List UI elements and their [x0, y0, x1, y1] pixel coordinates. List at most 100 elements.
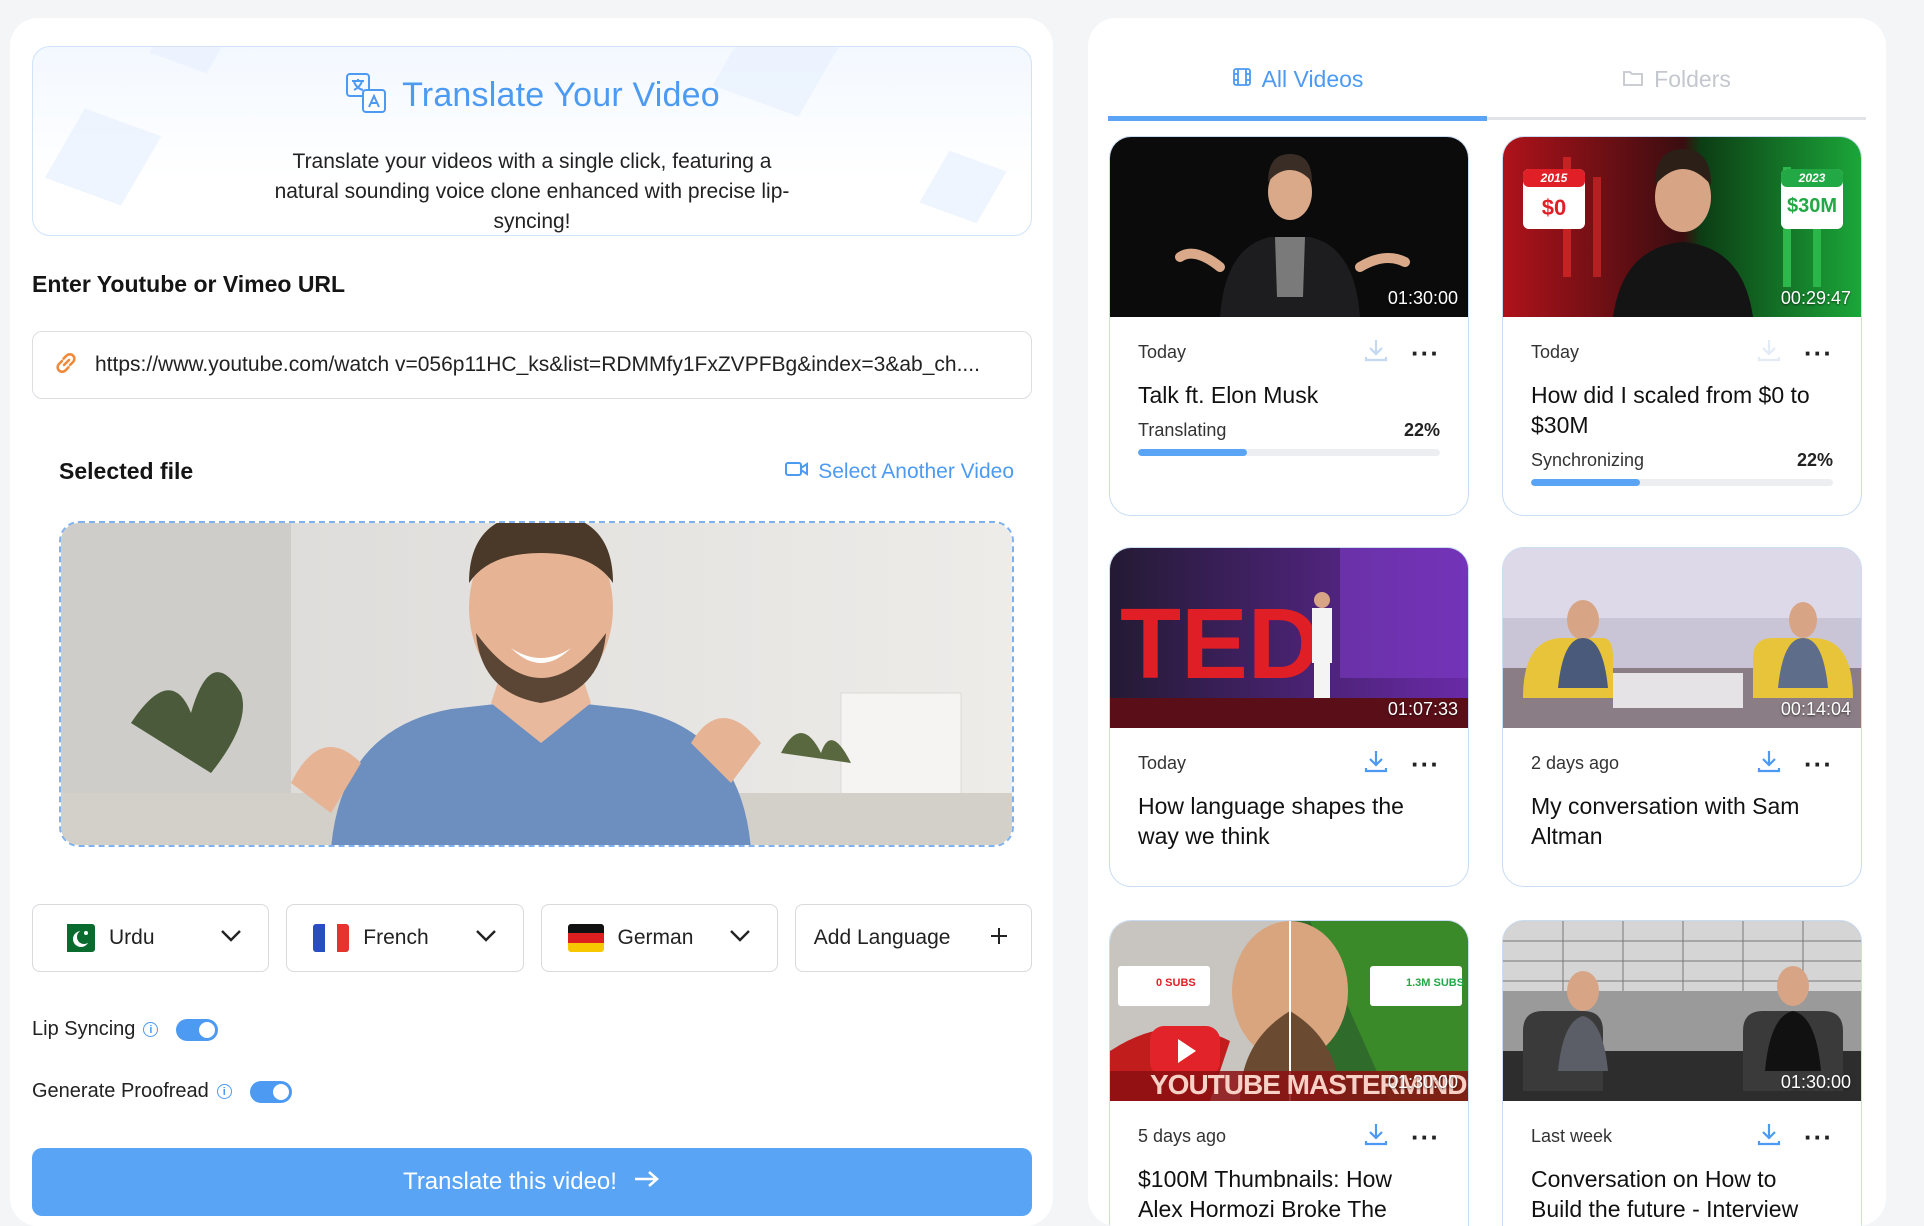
video-card[interactable]: 2015 $0 2023 $30M 00:29:47 Today ··· How… [1502, 136, 1862, 516]
video-date: 2 days ago [1531, 753, 1620, 773]
video-duration: 01:30:00 [1387, 1072, 1458, 1092]
svg-text:TED: TED [1120, 588, 1320, 700]
download-icon[interactable] [1756, 337, 1782, 368]
progress-bar [1138, 449, 1440, 456]
chevron-down-icon [729, 929, 751, 948]
more-options-icon[interactable]: ··· [1804, 340, 1833, 366]
proofread-toggle[interactable] [249, 1080, 292, 1103]
download-icon[interactable] [1756, 748, 1782, 779]
url-label: Enter Youtube or Vimeo URL [32, 271, 346, 297]
video-thumbnail[interactable]: TED 01:07:33 [1110, 548, 1468, 728]
thumb-badge-right: 1.3M SUBS [1406, 977, 1465, 989]
video-duration: 00:14:04 [1780, 699, 1851, 719]
chevron-down-icon [475, 929, 497, 948]
france-flag-icon [313, 924, 350, 952]
more-options-icon[interactable]: ··· [1804, 751, 1833, 777]
tab-label: Folders [1654, 66, 1731, 92]
film-icon [1232, 66, 1252, 93]
language-select-urdu[interactable]: Urdu [32, 904, 270, 972]
proofread-option: Generate Proofread i [32, 1080, 292, 1103]
video-date: 5 days ago [1138, 1126, 1227, 1146]
pakistan-flag-icon [59, 924, 95, 952]
more-options-icon[interactable]: ··· [1411, 751, 1440, 777]
hero-banner: Translate Your Video Translate your vide… [32, 46, 1032, 236]
decor-cube [149, 47, 237, 74]
selected-file-label: Selected file [59, 458, 194, 484]
info-icon[interactable]: i [216, 1084, 232, 1099]
more-options-icon[interactable]: ··· [1411, 340, 1440, 366]
video-status: Translating [1138, 420, 1227, 440]
video-duration: 01:30:00 [1387, 288, 1458, 308]
more-options-icon[interactable]: ··· [1411, 1124, 1440, 1150]
video-card[interactable]: 01:30:00 Today ··· Talk ft. Elon Musk Tr… [1109, 136, 1469, 516]
videos-panel: All Videos Folders 01:30:00 Today ··· Ta… [1088, 18, 1886, 1226]
tab-folders[interactable]: Folders [1487, 42, 1866, 117]
proofread-label: Generate Proofread [32, 1080, 209, 1102]
thumb-amount-right: $30M [1786, 195, 1838, 217]
video-thumbnail[interactable]: 01:30:00 [1110, 137, 1468, 317]
language-name: French [363, 926, 429, 949]
select-another-video-button[interactable]: Select Another Video [784, 459, 1014, 485]
arrow-right-icon [633, 1168, 661, 1196]
add-language-button[interactable]: Add Language [794, 904, 1033, 972]
video-progress-value: 22% [1796, 450, 1833, 470]
url-field[interactable] [32, 331, 1032, 399]
video-title: My conversation with Sam Altman [1531, 793, 1800, 849]
video-duration: 00:29:47 [1780, 288, 1851, 308]
video-date: Last week [1531, 1126, 1613, 1146]
video-thumbnail[interactable]: 01:30:00 [1503, 921, 1861, 1101]
video-progress-value: 22% [1403, 420, 1440, 440]
video-date: Today [1531, 342, 1580, 362]
video-card[interactable]: 0 SUBS 1.3M SUBS YOUTUBE MASTERMIND? 01:… [1109, 920, 1469, 1226]
hero-description: Translate your videos with a single clic… [274, 150, 790, 233]
video-card[interactable]: TED 01:07:33 Today ··· How language shap… [1109, 547, 1469, 887]
download-icon[interactable] [1363, 1121, 1389, 1152]
video-duration: 01:30:00 [1780, 1072, 1851, 1092]
download-icon[interactable] [1756, 1121, 1782, 1152]
url-input[interactable] [95, 353, 1013, 377]
info-icon[interactable]: i [143, 1022, 159, 1037]
thumb-year-right: 2023 [1798, 171, 1826, 185]
video-thumbnail[interactable]: 2015 $0 2023 $30M 00:29:47 [1503, 137, 1861, 317]
language-selector-row: Urdu French German Add Language [32, 904, 1033, 972]
video-title: How did I scaled from $0 to $30M [1531, 382, 1810, 438]
selected-video-preview[interactable] [59, 521, 1014, 847]
selected-file-row: Selected file Select Another Video [59, 458, 1014, 485]
link-icon [51, 348, 81, 383]
chevron-down-icon [220, 929, 242, 948]
translate-icon [344, 71, 388, 120]
thumb-badge-left: 0 SUBS [1156, 977, 1196, 989]
video-title: Talk ft. Elon Musk [1138, 382, 1319, 408]
translate-video-button[interactable]: Translate this video! [32, 1148, 1032, 1216]
video-date: Today [1138, 753, 1187, 773]
video-thumbnail[interactable]: 00:14:04 [1503, 548, 1861, 728]
more-options-icon[interactable]: ··· [1804, 1124, 1833, 1150]
video-card[interactable]: 01:30:00 Last week ··· Conversation on H… [1502, 920, 1862, 1226]
language-name: Urdu [109, 926, 155, 949]
plus-icon [989, 926, 1009, 951]
hero-heading: Translate Your Video [402, 76, 720, 114]
lip-syncing-option: Lip Syncing i [32, 1018, 219, 1041]
translate-panel: Translate Your Video Translate your vide… [10, 18, 1053, 1226]
lip-syncing-toggle[interactable] [176, 1018, 219, 1041]
video-title: $100M Thumbnails: How Alex Hormozi Broke… [1138, 1166, 1392, 1222]
video-status: Synchronizing [1531, 450, 1645, 470]
download-icon[interactable] [1363, 748, 1389, 779]
language-select-german[interactable]: German [540, 904, 778, 972]
tab-all-videos[interactable]: All Videos [1108, 42, 1487, 121]
select-another-label: Select Another Video [818, 459, 1014, 483]
video-thumbnail[interactable]: 0 SUBS 1.3M SUBS YOUTUBE MASTERMIND? 01:… [1110, 921, 1468, 1101]
translate-button-label: Translate this video! [403, 1168, 617, 1195]
thumb-year-left: 2015 [1540, 171, 1568, 185]
add-language-label: Add Language [813, 926, 951, 949]
lip-syncing-label: Lip Syncing [32, 1018, 136, 1040]
language-select-french[interactable]: French [286, 904, 524, 972]
hero-title: Translate Your Video [33, 71, 1031, 120]
video-date: Today [1138, 342, 1187, 362]
folder-icon [1622, 66, 1644, 93]
download-icon[interactable] [1363, 337, 1389, 368]
video-card[interactable]: 00:14:04 2 days ago ··· My conversation … [1502, 547, 1862, 887]
video-duration: 01:07:33 [1387, 699, 1458, 719]
video-camera-icon [784, 459, 810, 485]
progress-bar [1531, 479, 1833, 486]
